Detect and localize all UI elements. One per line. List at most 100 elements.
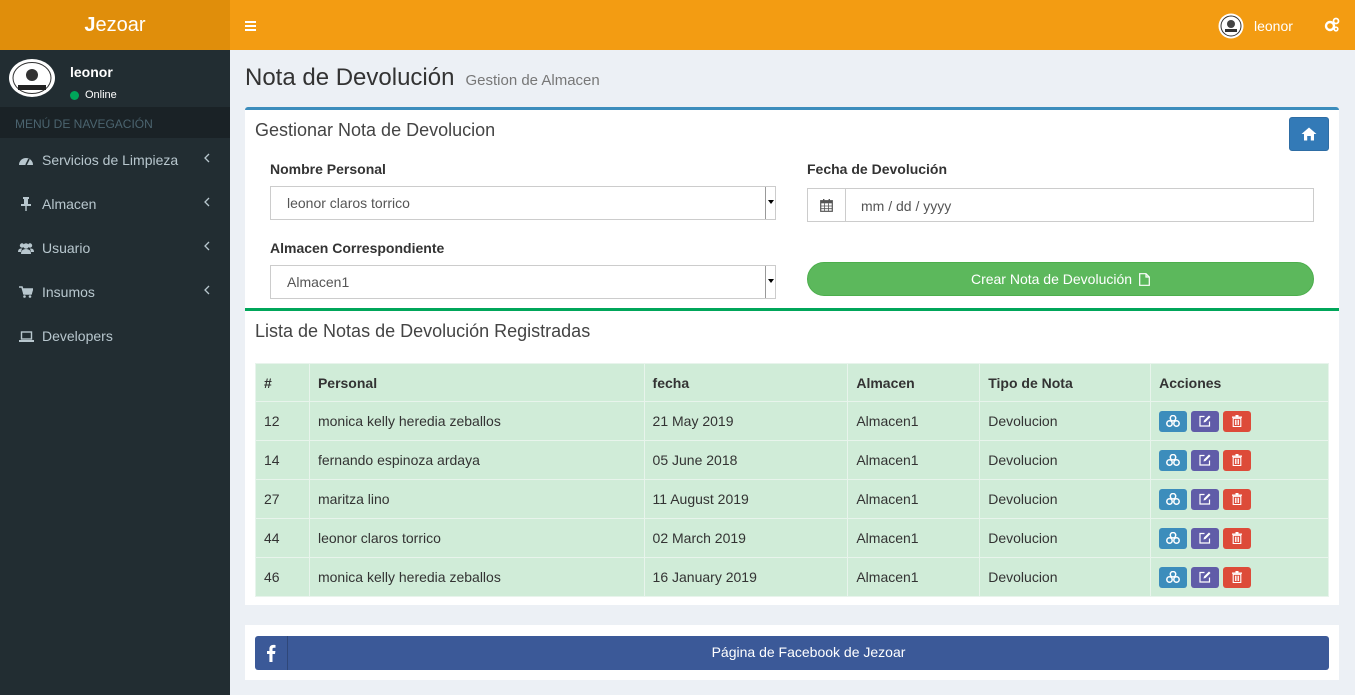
view-button[interactable] — [1159, 566, 1188, 588]
cell-personal: fernando espinoza ardaya — [308, 440, 645, 480]
facebook-icon — [255, 636, 288, 670]
sidebar-item-almacen[interactable]: Almacen — [0, 182, 230, 226]
personal-select[interactable]: leonor claros torrico — [270, 186, 776, 220]
column-header: Tipo de Nota — [979, 363, 1152, 402]
cell-acciones — [1150, 518, 1329, 558]
edit-button[interactable] — [1191, 527, 1220, 549]
list-title: Lista de Notas de Devolución Registradas — [255, 321, 591, 341]
sidebar-toggle-icon[interactable] — [244, 17, 258, 33]
cell-personal: leonor claros torrico — [308, 518, 645, 558]
column-header: Almacen — [847, 363, 981, 402]
trash-icon — [1232, 493, 1243, 505]
cell-almacen: Almacen1 — [847, 518, 981, 558]
cell-fecha: 02 March 2019 — [643, 518, 849, 558]
table-row: 27 maritza lino 11 August 2019 Almacen1 … — [255, 479, 1329, 519]
facebook-button[interactable]: Página de Facebook de Jezoar — [255, 636, 1329, 670]
select-arrow-icon — [765, 187, 775, 219]
sidebar: leonor Online MENÚ DE NAVEGACIÓN Servici… — [0, 50, 230, 695]
table-row: 46 monica kelly heredia zeballos 16 Janu… — [255, 557, 1329, 597]
sidebar-item-developers[interactable]: Developers — [0, 314, 230, 358]
delete-button[interactable] — [1223, 449, 1252, 471]
cell-personal: monica kelly heredia zeballos — [308, 401, 645, 441]
cell-almacen: Almacen1 — [847, 479, 981, 519]
fecha-date-input[interactable]: mm / dd / yyyy — [807, 188, 1314, 222]
cell-tipo: Devolucion — [979, 440, 1152, 480]
cell-fecha: 16 January 2019 — [643, 557, 849, 597]
home-button[interactable] — [1289, 117, 1329, 151]
trash-icon — [1232, 415, 1243, 427]
almacen-select[interactable]: Almacen1 — [270, 265, 776, 299]
delete-button[interactable] — [1223, 566, 1252, 588]
cell-fecha: 05 June 2018 — [643, 440, 849, 480]
delete-button[interactable] — [1223, 488, 1252, 510]
chevron-left-icon — [204, 197, 210, 207]
status-badge: Online — [70, 89, 117, 101]
avatar — [9, 59, 55, 97]
form-title: Gestionar Nota de Devolucion — [255, 120, 496, 140]
footer-box: Página de Facebook de Jezoar — [245, 625, 1339, 680]
view-button[interactable] — [1159, 527, 1188, 549]
create-nota-button[interactable]: Crear Nota de Devolución — [807, 262, 1314, 296]
page-header: Nota de Devolución Gestion de Almacen — [245, 64, 600, 92]
user-menu[interactable]: leonor — [1218, 13, 1293, 39]
sidebar-item-servicios[interactable]: Servicios de Limpieza — [0, 138, 230, 182]
cubes-icon — [1166, 454, 1181, 466]
edit-icon — [1199, 532, 1211, 544]
gears-icon[interactable] — [1324, 17, 1340, 33]
cubes-icon — [1166, 493, 1181, 505]
edit-icon — [1199, 454, 1211, 466]
page-title: Nota de Devolución — [245, 64, 455, 91]
cell-tipo: Devolucion — [979, 401, 1152, 441]
edit-button[interactable] — [1191, 488, 1220, 510]
main-content: Nota de Devolución Gestion de Almacen Ge… — [230, 50, 1355, 695]
edit-button[interactable] — [1191, 566, 1220, 588]
edit-button[interactable] — [1191, 410, 1220, 432]
trash-icon — [1232, 532, 1243, 544]
chevron-left-icon — [204, 241, 210, 251]
edit-button[interactable] — [1191, 449, 1220, 471]
cell-fecha: 11 August 2019 — [643, 479, 849, 519]
app-logo[interactable]: Jezoar — [0, 0, 230, 50]
thumbtack-icon — [18, 197, 34, 211]
navbar-user-name: leonor — [1254, 18, 1293, 34]
top-navbar: leonor — [230, 0, 1355, 50]
cell-acciones — [1150, 557, 1329, 597]
cell-id: 44 — [255, 518, 310, 558]
sidebar-item-insumos[interactable]: Insumos — [0, 270, 230, 314]
table-row: 12 monica kelly heredia zeballos 21 May … — [255, 401, 1329, 441]
view-button[interactable] — [1159, 488, 1188, 510]
view-button[interactable] — [1159, 449, 1188, 471]
trash-icon — [1232, 571, 1243, 583]
cell-acciones — [1150, 440, 1329, 480]
sidebar-item-usuario[interactable]: Usuario — [0, 226, 230, 270]
notas-table: # Personal fecha Almacen Tipo de Nota Ac… — [255, 363, 1329, 597]
avatar — [1218, 13, 1244, 39]
delete-button[interactable] — [1223, 527, 1252, 549]
table-header-row: # Personal fecha Almacen Tipo de Nota Ac… — [255, 363, 1329, 402]
almacen-label: Almacen Correspondiente — [270, 240, 445, 256]
fecha-label: Fecha de Devolución — [807, 161, 948, 177]
delete-button[interactable] — [1223, 410, 1252, 432]
cell-tipo: Devolucion — [979, 557, 1152, 597]
edit-icon — [1199, 493, 1211, 505]
cell-personal: maritza lino — [308, 479, 645, 519]
cart-icon — [18, 286, 34, 298]
user-panel: leonor Online — [0, 50, 230, 107]
file-icon — [1139, 272, 1150, 286]
cell-acciones — [1150, 479, 1329, 519]
column-header: fecha — [643, 363, 849, 402]
select-arrow-icon — [765, 266, 775, 298]
personal-label: Nombre Personal — [270, 161, 386, 177]
view-button[interactable] — [1159, 410, 1188, 432]
table-row: 44 leonor claros torrico 02 March 2019 A… — [255, 518, 1329, 558]
column-header: # — [255, 363, 310, 402]
calendar-icon — [808, 189, 846, 221]
page-subtitle: Gestion de Almacen — [465, 72, 600, 89]
dashboard-icon — [18, 154, 34, 166]
users-icon — [18, 242, 34, 254]
list-box: Lista de Notas de Devolución Registradas… — [245, 308, 1339, 605]
cell-almacen: Almacen1 — [847, 401, 981, 441]
edit-icon — [1199, 571, 1211, 583]
sidebar-user-name: leonor — [70, 64, 113, 80]
chevron-left-icon — [204, 285, 210, 295]
